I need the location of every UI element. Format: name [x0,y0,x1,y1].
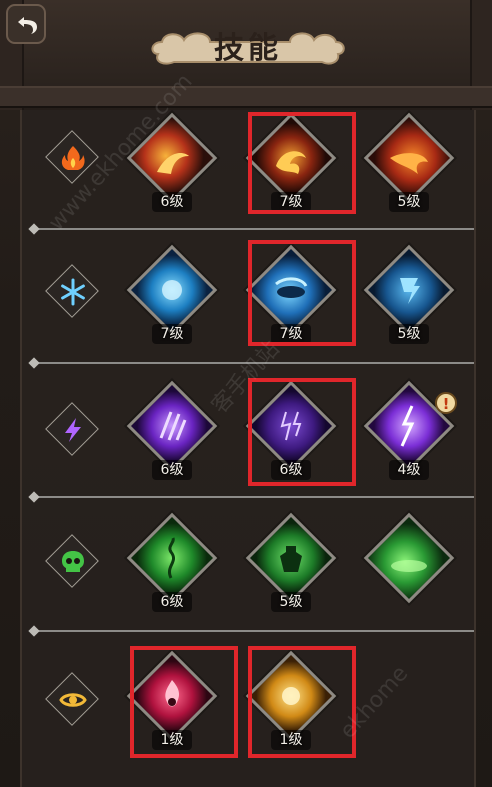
highlight-box [248,378,356,486]
lightning-icon [65,418,81,442]
back-arrow-icon [18,17,37,34]
skills-screen: 技能 6级 7级 5级 7级 7级 5级 6级 6级 4级 ! 6级 5级 1级… [0,0,492,787]
skill-row-ice: 7级 7级 5级 [22,240,474,358]
row-divider [34,630,474,632]
skills-panel: 6级 7级 5级 7级 7级 5级 6级 6级 4级 ! 6级 5级 1级 1级 [20,110,476,787]
skill-row-light: 1级 1级 [22,642,474,760]
highlight-box [248,240,356,346]
ice-element-badge [45,264,99,318]
page-title: 技能 [214,31,282,66]
skill-level: 6级 [152,460,192,480]
skill-slot[interactable]: 5级 [363,244,455,346]
skill-level: 5级 [389,324,429,344]
title-plate: 技能 [150,24,346,74]
skill-slot[interactable]: 5级 [245,512,337,614]
skill-row-poison: 6级 5级 [22,506,474,624]
skill-slot[interactable]: 7级 [126,244,218,346]
skill-level: 5级 [389,192,429,212]
skill-level: 6级 [152,192,192,212]
skill-slot[interactable]: 6级 [126,380,218,482]
row-divider [34,228,474,230]
poison-element-badge [45,534,99,588]
skill-level: 4级 [389,460,429,480]
skill-level: 5级 [271,592,311,612]
snowflake-icon [61,278,85,306]
skill-level [389,592,429,612]
highlight-box [130,646,238,758]
lightning-element-badge [45,402,99,456]
eye-icon [59,693,87,707]
highlight-box [248,646,356,758]
header-beam [0,86,492,108]
highlight-box [248,112,356,214]
skill-slot[interactable]: 5级 [363,112,455,214]
skill-slot[interactable]: 6级 [126,512,218,614]
skull-icon [62,551,84,572]
header: 技能 [0,0,492,110]
alert-badge[interactable]: ! [435,392,457,414]
light-element-badge [45,672,99,726]
back-button[interactable] [6,4,46,44]
skill-level: 6级 [152,592,192,612]
skill-level: 7级 [152,324,192,344]
row-divider [34,496,474,498]
skill-slot[interactable] [363,512,455,614]
